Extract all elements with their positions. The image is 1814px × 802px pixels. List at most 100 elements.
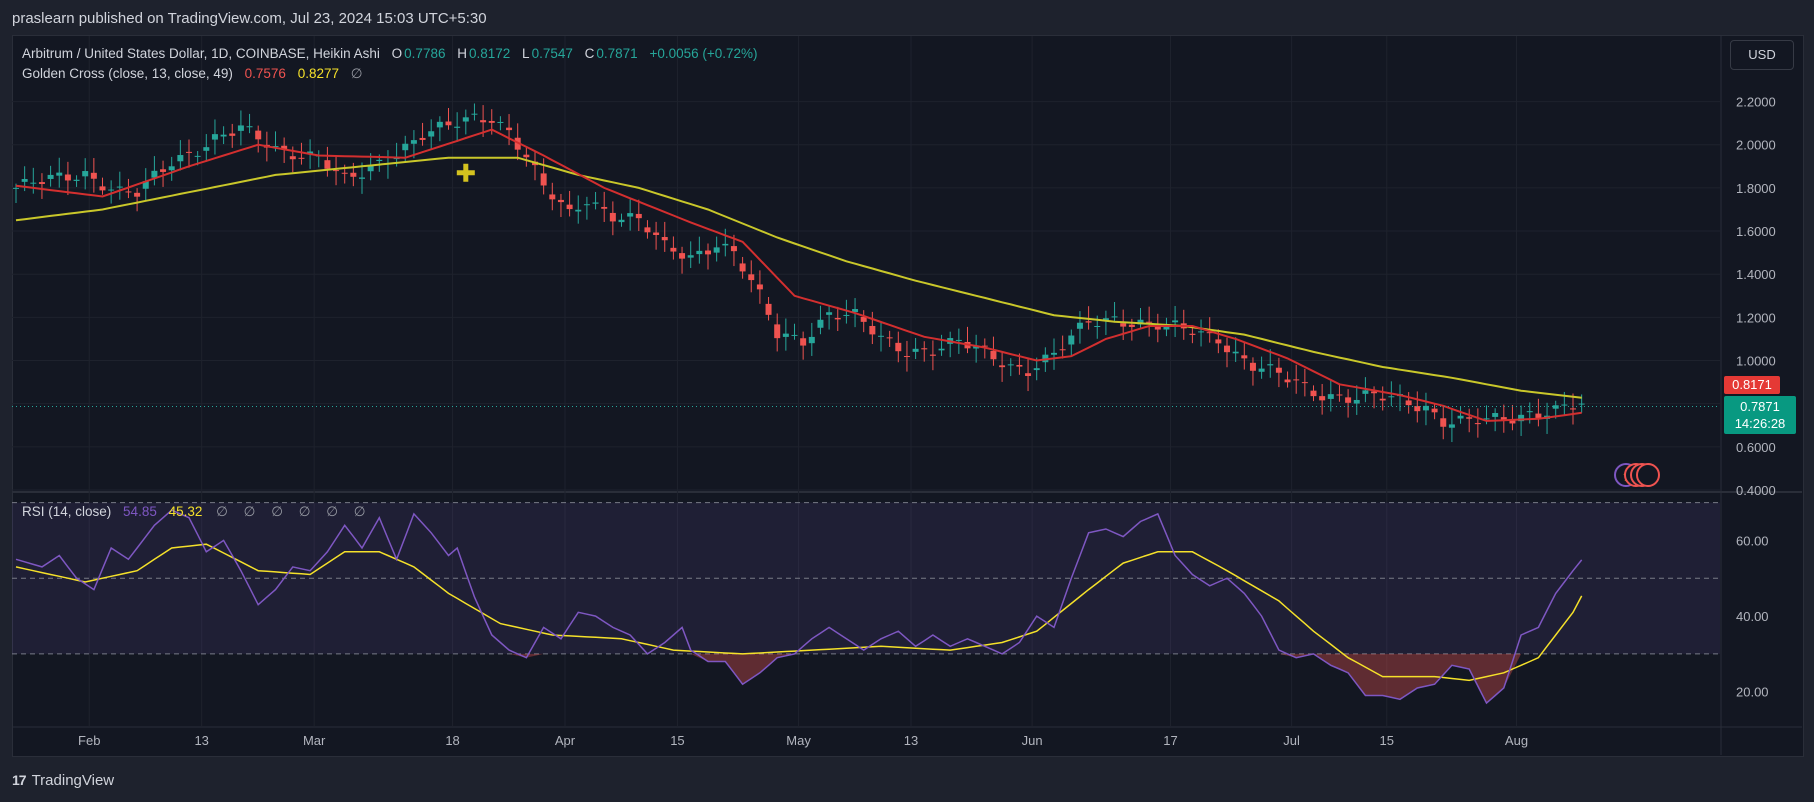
candle-body bbox=[938, 348, 945, 351]
candle-body bbox=[808, 336, 815, 344]
candle-body bbox=[566, 204, 573, 210]
candle-body bbox=[341, 172, 348, 174]
tradingview-brand: TradingView bbox=[31, 772, 115, 789]
time-tick-label: Jul bbox=[1283, 733, 1300, 748]
candle-body bbox=[177, 155, 184, 162]
candle-body bbox=[376, 159, 383, 161]
candle-body bbox=[220, 134, 227, 137]
candle-body bbox=[350, 172, 357, 177]
candle-body bbox=[955, 339, 962, 341]
rsi-band bbox=[12, 502, 1720, 655]
price-tick-label: 2.0000 bbox=[1736, 138, 1776, 153]
candle-body bbox=[462, 117, 469, 122]
candle-body bbox=[722, 243, 729, 246]
candle-body bbox=[791, 334, 798, 336]
h-value: 0.8172 bbox=[468, 46, 511, 61]
time-tick-label: 13 bbox=[904, 733, 918, 748]
candle-body bbox=[1301, 382, 1308, 384]
last-price-value: 0.7871 bbox=[1740, 399, 1780, 414]
candle-body bbox=[878, 335, 884, 337]
candle-body bbox=[670, 247, 677, 252]
candle-body bbox=[765, 303, 772, 315]
candle-body bbox=[1068, 335, 1075, 345]
candle-body bbox=[1224, 345, 1230, 353]
candle-body bbox=[82, 171, 89, 177]
symbol-title: Arbitrum / United States Dollar, 1D, COI… bbox=[22, 46, 380, 61]
candle-body bbox=[134, 192, 141, 197]
candle-body bbox=[575, 209, 582, 212]
chart-svg[interactable]: 2.2000 2.0000 1.8000 1.6000 1.4000 1.2000 1.00… bbox=[0, 0, 1814, 802]
candle-body bbox=[186, 151, 192, 153]
candle-body bbox=[1379, 398, 1386, 401]
ma-slow-price-tag: 0.8171 bbox=[1724, 376, 1780, 394]
symbol-legend: Arbitrum / United States Dollar, 1D, COI… bbox=[22, 46, 760, 61]
candle-body bbox=[194, 155, 201, 157]
time-tick-label: Aug bbox=[1505, 733, 1528, 748]
candle-body bbox=[1146, 321, 1153, 323]
golden-cross-legend[interactable]: Golden Cross (close, 13, close, 49) 0.75… bbox=[22, 66, 365, 82]
candle-body bbox=[99, 186, 106, 191]
candle-body bbox=[1120, 323, 1127, 327]
candle-body bbox=[1466, 417, 1473, 419]
c-label: C bbox=[584, 46, 595, 61]
rsi-tick-label: 40.00 bbox=[1736, 609, 1769, 624]
candle-body bbox=[1492, 413, 1499, 417]
l-label: L bbox=[522, 46, 530, 61]
o-label: O bbox=[391, 46, 403, 61]
candle-body bbox=[454, 126, 461, 128]
time-tick-label: Feb bbox=[78, 733, 100, 748]
candle-body bbox=[929, 354, 936, 356]
candle-body bbox=[203, 147, 210, 151]
candle-body bbox=[211, 134, 218, 140]
currency-button[interactable]: USD bbox=[1730, 40, 1794, 70]
candle-body bbox=[1526, 411, 1533, 413]
time-tick-label: May bbox=[786, 733, 811, 748]
candle-body bbox=[1051, 352, 1057, 355]
tradingview-logo[interactable]: 17 TradingView bbox=[12, 772, 114, 789]
footer-bar bbox=[0, 760, 1814, 802]
rsi-title: RSI (14, close) bbox=[22, 504, 112, 519]
c-value: 0.7871 bbox=[596, 46, 638, 61]
candle-body bbox=[1025, 373, 1032, 377]
candle-body bbox=[229, 133, 236, 136]
candle-body bbox=[1241, 355, 1248, 359]
price-tick-label: 0.6000 bbox=[1736, 440, 1776, 455]
candle-body bbox=[661, 237, 668, 241]
time-tick-label: 18 bbox=[445, 733, 459, 748]
rsi-ma-value: 45.32 bbox=[168, 504, 203, 519]
price-tick-label: 0.4000 bbox=[1736, 483, 1776, 498]
candle-body bbox=[506, 127, 513, 131]
candle-body bbox=[21, 179, 28, 182]
candle-body bbox=[696, 250, 703, 255]
candle-body bbox=[1448, 424, 1455, 428]
time-tick-label: 15 bbox=[670, 733, 684, 748]
candle-body bbox=[921, 348, 928, 350]
price-tick-label: 1.8000 bbox=[1736, 181, 1776, 196]
candle-body bbox=[428, 131, 435, 137]
candle-body bbox=[1336, 394, 1343, 396]
time-tick-label: Mar bbox=[303, 733, 326, 748]
candle-body bbox=[1111, 316, 1118, 318]
candle-body bbox=[488, 120, 495, 123]
candle-body bbox=[436, 121, 443, 128]
candle-body bbox=[592, 202, 599, 204]
candle-body bbox=[324, 160, 331, 169]
price-tick-label: 1.2000 bbox=[1736, 310, 1776, 325]
candle-body bbox=[1189, 333, 1196, 335]
us-flag-icon-3[interactable] bbox=[1636, 463, 1660, 487]
candle-body bbox=[1076, 322, 1083, 329]
price-tick-label: 2.2000 bbox=[1736, 95, 1776, 110]
candle-body bbox=[471, 113, 478, 115]
rsi-legend[interactable]: RSI (14, close) 54.85 45.32 ∅ ∅ ∅ ∅ ∅ ∅ bbox=[22, 504, 373, 520]
candle-body bbox=[1059, 349, 1066, 351]
candle-body bbox=[1327, 394, 1334, 399]
golden-cross-title: Golden Cross (close, 13, close, 49) bbox=[22, 66, 233, 81]
candle-body bbox=[748, 274, 755, 281]
candle-body bbox=[333, 170, 340, 172]
candle-body bbox=[912, 348, 919, 352]
candle-body bbox=[705, 250, 711, 255]
last-price-tag: 0.7871 14:26:28 bbox=[1724, 396, 1796, 434]
candle-body bbox=[1388, 396, 1395, 398]
price-tick-label: 1.4000 bbox=[1736, 267, 1776, 282]
candle-body bbox=[246, 126, 253, 128]
